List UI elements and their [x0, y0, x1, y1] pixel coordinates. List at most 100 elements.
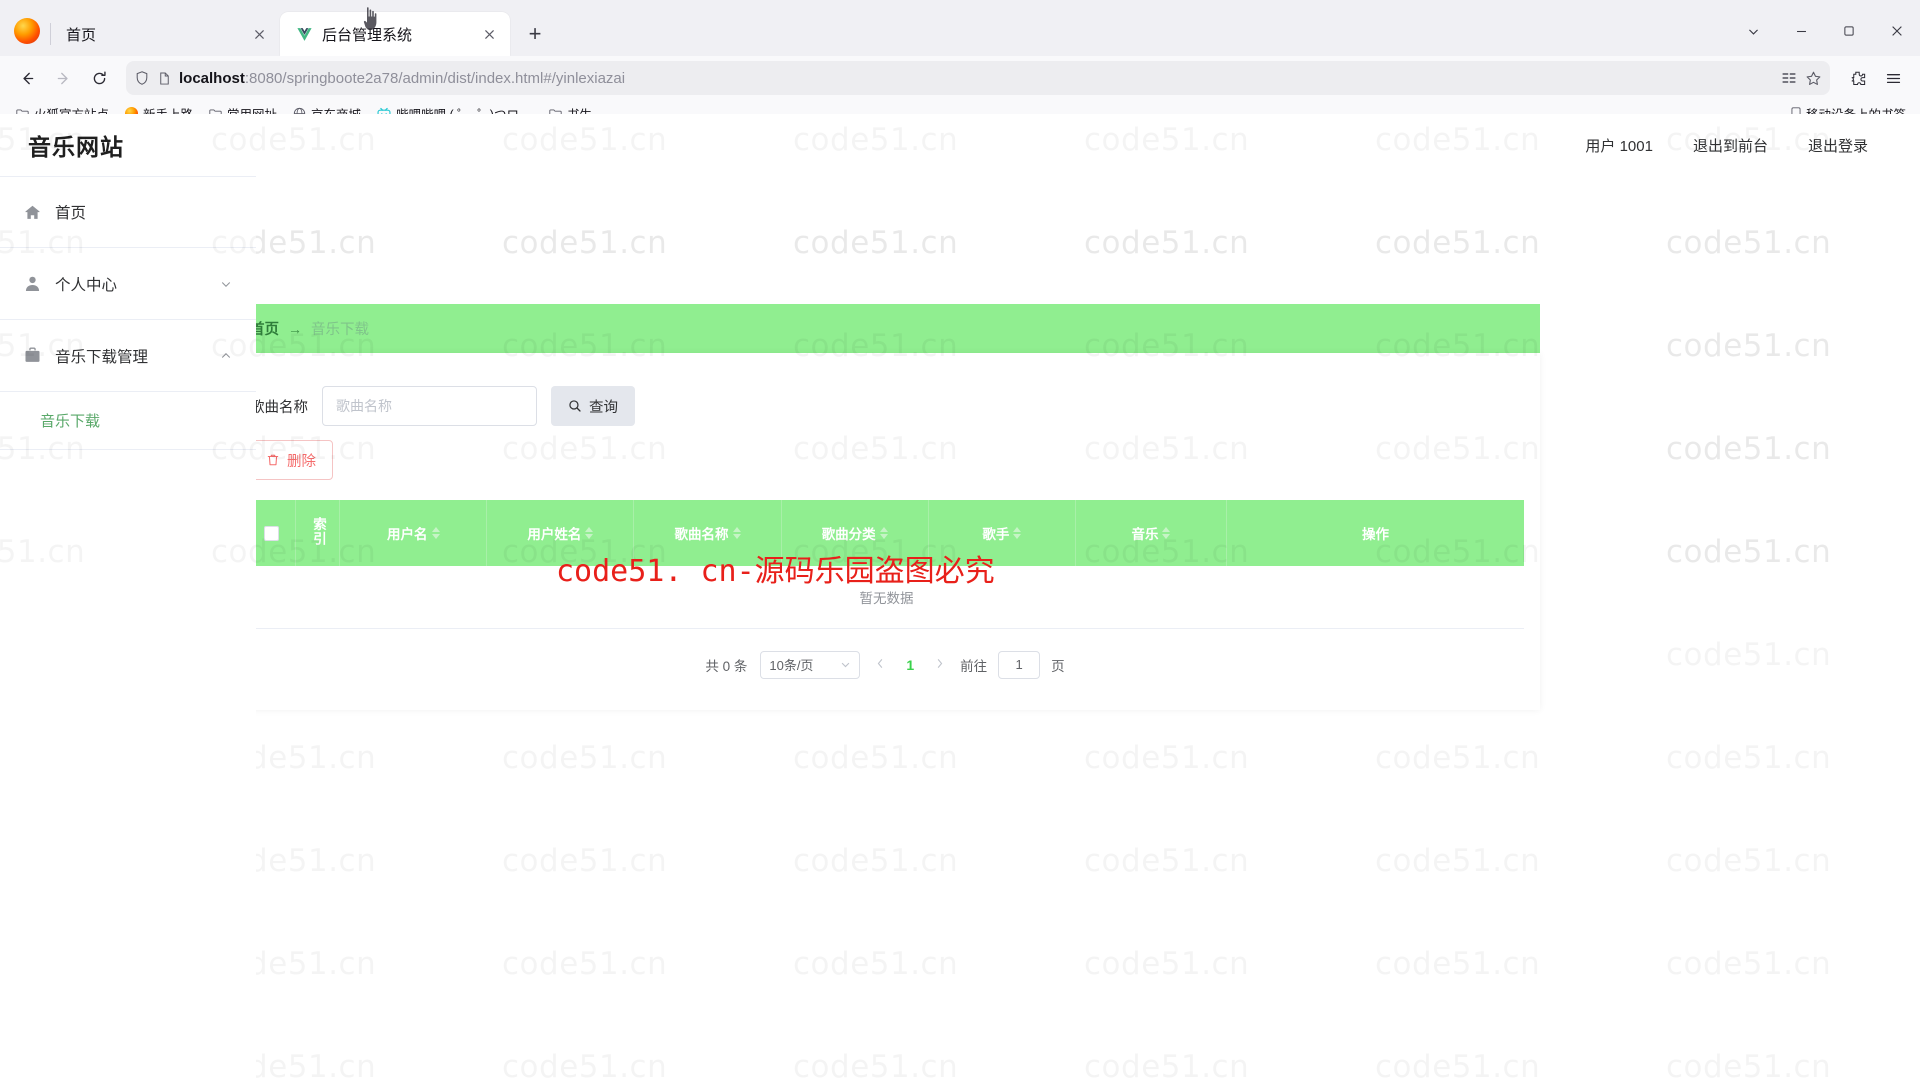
reader-view-icon[interactable] — [1781, 70, 1797, 86]
header-link-front[interactable]: 退出到前台 — [1693, 135, 1768, 156]
sidebar-item-label: 首页 — [55, 205, 87, 222]
sort-icon[interactable] — [431, 527, 440, 539]
window-controls — [1730, 10, 1920, 52]
chevron-down-icon — [221, 281, 231, 287]
pagination-prev-button[interactable] — [871, 656, 890, 673]
star-icon[interactable] — [1805, 70, 1822, 87]
table-header-song-name[interactable]: 歌曲名称 — [633, 500, 782, 566]
pagination-next-button[interactable] — [930, 656, 949, 673]
vue-icon — [297, 27, 312, 41]
table-header-label: 音乐 — [1131, 527, 1159, 542]
url-text: localhost:8080/springboote2a78/admin/dis… — [179, 70, 625, 87]
extensions-icon[interactable] — [1840, 61, 1874, 95]
pagination-page-1[interactable]: 1 — [901, 657, 919, 673]
search-button[interactable]: 查询 — [551, 386, 635, 426]
table-header-label: 索引 — [310, 517, 326, 546]
sort-icon[interactable] — [879, 527, 888, 539]
delete-button[interactable]: 删除 — [249, 440, 333, 480]
minimize-icon[interactable] — [1778, 10, 1824, 52]
forward-arrow-icon[interactable] — [46, 61, 80, 95]
table-header-operations: 操作 — [1226, 500, 1524, 566]
address-bar-actions — [1781, 70, 1822, 87]
table-header-label: 用户名 — [387, 527, 428, 542]
chevron-left-icon — [878, 659, 883, 668]
url-host: localhost — [179, 69, 245, 87]
filter-label: 歌曲名称 — [250, 399, 308, 416]
browser-tab-1[interactable]: 首页 — [50, 12, 280, 56]
table-header-index: 索引 — [295, 500, 341, 566]
sort-icon[interactable] — [585, 527, 594, 539]
close-icon[interactable] — [478, 23, 500, 45]
sidebar-item-music-download-manage[interactable]: 音乐下载管理 — [0, 320, 256, 392]
browser-window: 首页 后台管理系统 + localhost:8080/springboote2a… — [0, 0, 1920, 1080]
table-header-singer[interactable]: 歌手 — [928, 500, 1076, 566]
search-input[interactable] — [322, 386, 537, 426]
browser-tab-2[interactable]: 后台管理系统 — [280, 12, 510, 56]
app-viewport: code51.cncode51.cncode51.cncode51.cncode… — [0, 114, 1920, 1080]
maximize-icon[interactable] — [1826, 10, 1872, 52]
tab-strip: 首页 后台管理系统 + — [0, 0, 1920, 56]
close-icon[interactable] — [248, 23, 270, 45]
pagination: 共 0 条 10条/页 1 前往 页 — [230, 650, 1540, 679]
pagination-jump-prefix: 前往 — [960, 658, 988, 674]
app-header: 音乐网站 用户 1001 退出到前台 退出登录 — [0, 114, 1920, 176]
chevron-up-icon — [221, 352, 231, 358]
select-all-checkbox[interactable] — [264, 525, 280, 541]
search-icon — [569, 400, 581, 412]
table-body: 暂无数据 — [249, 566, 1524, 629]
filter-bar: 歌曲名称 查询 — [230, 353, 1540, 426]
url-path: :8080/springboote2a78/admin/dist/index.h… — [244, 69, 626, 87]
table-empty-text: 暂无数据 — [249, 566, 1524, 629]
sidebar-item-label: 音乐下载管理 — [55, 348, 149, 366]
shield-icon[interactable] — [134, 70, 150, 86]
back-arrow-icon[interactable] — [10, 61, 44, 95]
sidebar-item-home[interactable]: 首页 — [0, 176, 256, 248]
page-size-label: 10条/页 — [769, 658, 814, 673]
briefcase-icon — [25, 347, 40, 362]
sidebar-item-label: 个人中心 — [55, 276, 118, 294]
sort-icon[interactable] — [1162, 527, 1171, 539]
breadcrumb-arrow-icon: → — [288, 320, 302, 337]
reload-icon[interactable] — [82, 61, 116, 95]
table-header-fullname[interactable]: 用户姓名 — [486, 500, 635, 566]
tab-title: 首页 — [66, 26, 97, 44]
page-size-select[interactable]: 10条/页 — [760, 650, 861, 679]
breadcrumb: 首页 → 音乐下载 — [230, 304, 1540, 353]
table-header-label: 歌曲名称 — [674, 527, 729, 542]
home-icon — [25, 205, 40, 219]
sidebar-item-personal-center[interactable]: 个人中心 — [0, 248, 256, 320]
pagination-total: 共 0 条 — [705, 658, 748, 674]
header-link-user[interactable]: 用户 1001 — [1585, 135, 1653, 156]
tab-title: 后台管理系统 — [322, 26, 413, 44]
table-header-row: 索引 用户名 用户姓名 歌曲名称 歌曲分类 歌手 音乐 操作 — [249, 500, 1524, 566]
table-header-music[interactable]: 音乐 — [1075, 500, 1228, 566]
table-header: 索引 用户名 用户姓名 歌曲名称 歌曲分类 歌手 音乐 操作 — [249, 500, 1524, 566]
table-header-song-category[interactable]: 歌曲分类 — [781, 500, 929, 566]
address-bar[interactable]: localhost:8080/springboote2a78/admin/dis… — [126, 61, 1830, 95]
header-link-logout[interactable]: 退出登录 — [1808, 135, 1868, 156]
table-header-username[interactable]: 用户名 — [339, 500, 488, 566]
pagination-jump-input[interactable] — [998, 650, 1041, 679]
sidebar-subitem-label: 音乐下载 — [40, 413, 101, 430]
sort-icon[interactable] — [732, 527, 741, 539]
table-header-label: 操作 — [1362, 527, 1390, 542]
user-icon — [25, 276, 40, 291]
navigation-toolbar: localhost:8080/springboote2a78/admin/dis… — [0, 56, 1920, 100]
sort-icon[interactable] — [1013, 527, 1022, 539]
header-links: 用户 1001 退出到前台 退出登录 — [1585, 135, 1920, 156]
pagination-jump-suffix: 页 — [1051, 658, 1065, 674]
hamburger-menu-icon[interactable] — [1876, 61, 1910, 95]
breadcrumb-current: 音乐下载 — [311, 322, 369, 338]
new-tab-button[interactable]: + — [518, 17, 552, 51]
table-header-label: 歌手 — [982, 527, 1010, 542]
table-header-label: 用户姓名 — [527, 527, 582, 542]
delete-button-label: 删除 — [287, 453, 316, 470]
data-table: 索引 用户名 用户姓名 歌曲名称 歌曲分类 歌手 音乐 操作 暂无数据 — [249, 500, 1524, 629]
chevron-down-icon[interactable] — [1730, 10, 1776, 52]
close-icon[interactable] — [1874, 10, 1920, 52]
sidebar-item-music-download[interactable]: 音乐下载 — [0, 392, 256, 450]
page-icon[interactable] — [157, 71, 172, 86]
table-empty-row: 暂无数据 — [249, 566, 1524, 629]
content-panel: 歌曲名称 查询 删除 — [230, 353, 1540, 710]
table-header-label: 歌曲分类 — [821, 527, 876, 542]
